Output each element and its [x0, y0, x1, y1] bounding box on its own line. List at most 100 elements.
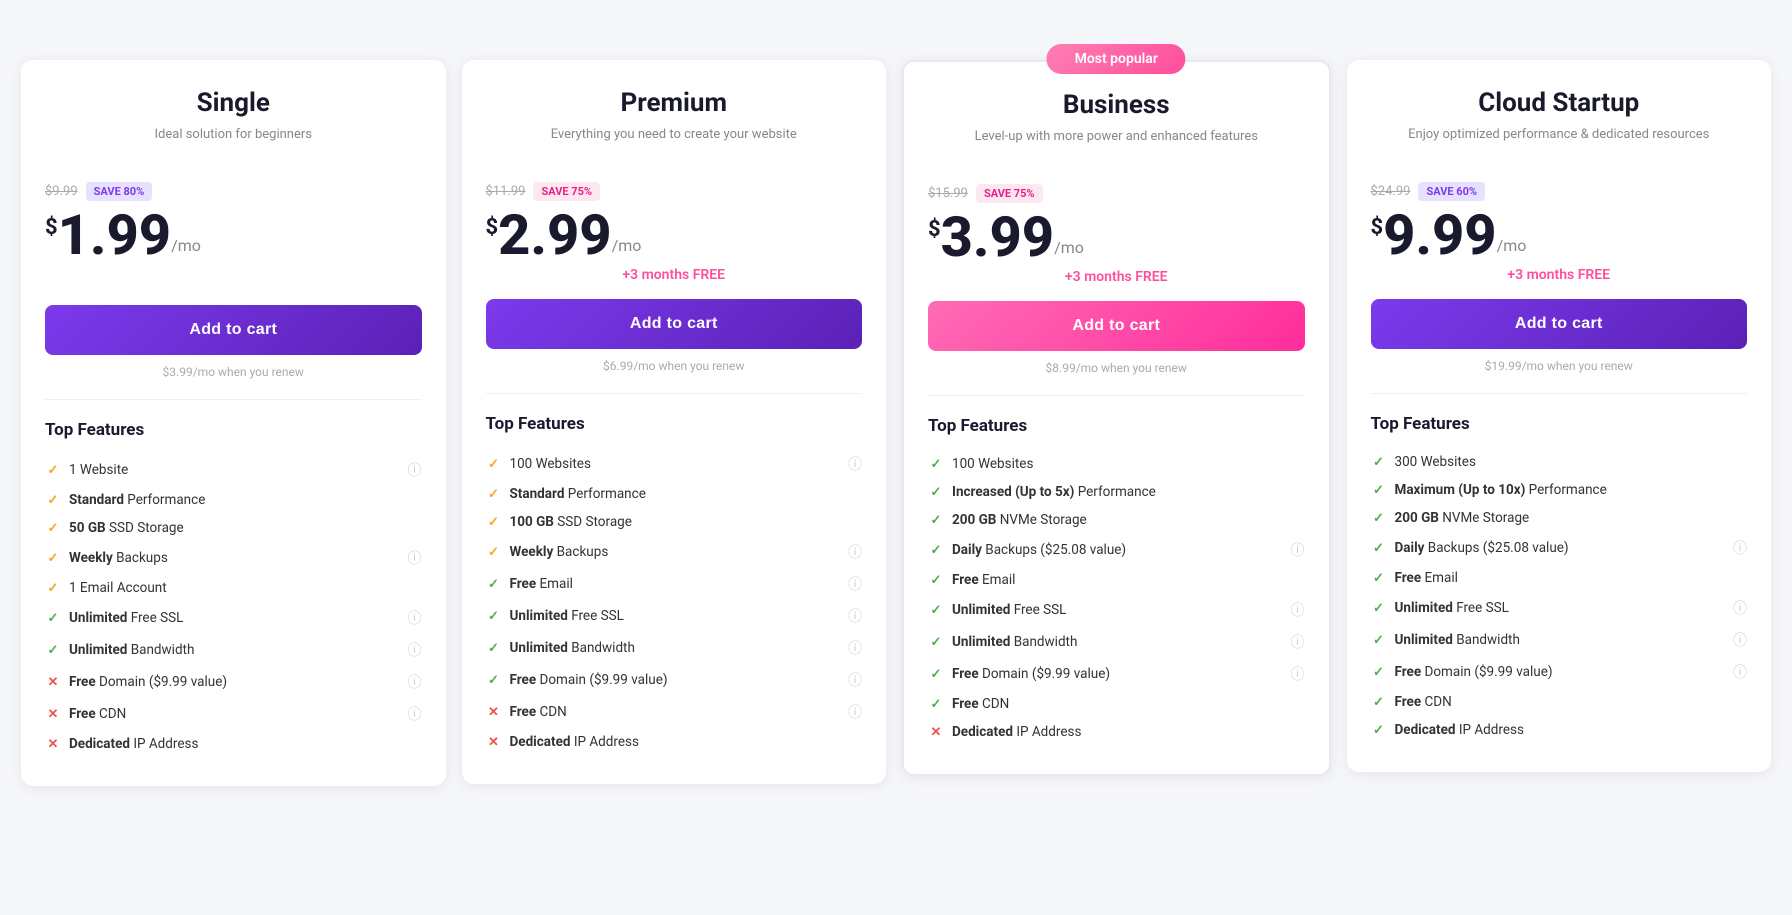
feature-item: ✓ Free Email ⓘ — [486, 568, 863, 600]
feature-item: ✓ 50 GB SSD Storage — [45, 514, 422, 542]
feature-text: 200 GB NVMe Storage — [1395, 510, 1530, 526]
check-icon: ✓ — [486, 672, 502, 688]
info-icon[interactable]: ⓘ — [408, 608, 422, 628]
feature-item: ✓ 200 GB NVMe Storage — [928, 506, 1305, 534]
info-icon[interactable]: ⓘ — [848, 542, 862, 562]
check-icon: ✓ — [928, 634, 944, 650]
top-features-title: Top Features — [45, 420, 422, 440]
feature-text: Unlimited Bandwidth — [952, 634, 1077, 650]
renew-price: $8.99/mo when you renew — [928, 361, 1305, 375]
feature-text: 300 Websites — [1395, 454, 1476, 470]
check-icon: ✓ — [45, 520, 61, 536]
feature-text: Unlimited Free SSL — [952, 602, 1066, 618]
price-main: $ 1.99 /mo — [45, 207, 422, 263]
renew-price: $19.99/mo when you renew — [1371, 359, 1748, 373]
feature-item: ✓ Daily Backups ($25.08 value) ⓘ — [1371, 532, 1748, 564]
feature-item: ✕ Dedicated IP Address — [45, 730, 422, 758]
feature-text: Daily Backups ($25.08 value) — [1395, 540, 1569, 556]
feature-text: 100 Websites — [510, 456, 591, 472]
info-icon[interactable]: ⓘ — [408, 704, 422, 724]
check-icon: ✓ — [1371, 600, 1387, 616]
free-months: +3 months FREE — [1371, 267, 1748, 283]
feature-item: ✓ Unlimited Free SSL ⓘ — [45, 602, 422, 634]
info-icon[interactable]: ⓘ — [848, 638, 862, 658]
save-badge: SAVE 75% — [533, 182, 600, 201]
feature-item: ✓ Unlimited Free SSL ⓘ — [486, 600, 863, 632]
check-icon: ✓ — [486, 486, 502, 502]
info-icon[interactable]: ⓘ — [1291, 600, 1305, 620]
check-icon: ✓ — [45, 462, 61, 478]
original-price: $9.99 — [45, 184, 78, 199]
check-icon: ✓ — [45, 492, 61, 508]
divider — [928, 395, 1305, 396]
features-list: ✓ 300 Websites ✓ Maximum (Up to 10x) Per… — [1371, 448, 1748, 744]
pricing-row: $9.99 SAVE 80% — [45, 182, 422, 201]
add-to-cart-button[interactable]: Add to cart — [928, 301, 1305, 351]
check-icon: ✓ — [486, 608, 502, 624]
info-icon[interactable]: ⓘ — [1733, 662, 1747, 682]
info-icon[interactable]: ⓘ — [408, 548, 422, 568]
plan-name: Premium — [486, 88, 863, 118]
feature-text: Dedicated IP Address — [952, 724, 1081, 740]
check-icon: ✓ — [45, 580, 61, 596]
feature-item: ✓ 300 Websites — [1371, 448, 1748, 476]
check-icon: ✓ — [486, 576, 502, 592]
feature-text: Unlimited Bandwidth — [69, 642, 194, 658]
info-icon[interactable]: ⓘ — [848, 574, 862, 594]
check-icon: ✓ — [1371, 722, 1387, 738]
check-icon: ✓ — [928, 484, 944, 500]
feature-text: Free CDN — [69, 706, 126, 722]
features-list: ✓ 100 Websites ✓ Increased (Up to 5x) Pe… — [928, 450, 1305, 746]
info-icon[interactable]: ⓘ — [408, 640, 422, 660]
info-icon[interactable]: ⓘ — [1733, 630, 1747, 650]
feature-text: 100 Websites — [952, 456, 1033, 472]
info-icon[interactable]: ⓘ — [1291, 632, 1305, 652]
check-icon: ✕ — [45, 674, 61, 690]
check-icon: ✓ — [928, 666, 944, 682]
add-to-cart-button[interactable]: Add to cart — [486, 299, 863, 349]
feature-item: ✓ Unlimited Free SSL ⓘ — [928, 594, 1305, 626]
original-price: $24.99 — [1371, 184, 1411, 199]
top-features-title: Top Features — [486, 414, 863, 434]
plan-name: Single — [45, 88, 422, 118]
plan-card-cloud-startup: Cloud Startup Enjoy optimized performanc… — [1347, 60, 1772, 772]
check-icon: ✓ — [1371, 540, 1387, 556]
check-icon: ✓ — [928, 696, 944, 712]
feature-item: ✓ Daily Backups ($25.08 value) ⓘ — [928, 534, 1305, 566]
check-icon: ✕ — [486, 704, 502, 720]
info-icon[interactable]: ⓘ — [848, 702, 862, 722]
feature-item: ✓ Increased (Up to 5x) Performance — [928, 478, 1305, 506]
feature-item: ✕ Dedicated IP Address — [486, 728, 863, 756]
plan-card-single: Single Ideal solution for beginners $9.9… — [21, 60, 446, 786]
price-period: /mo — [1497, 236, 1527, 255]
feature-text: Free Domain ($9.99 value) — [510, 672, 668, 688]
info-icon[interactable]: ⓘ — [1733, 598, 1747, 618]
check-icon: ✓ — [1371, 454, 1387, 470]
info-icon[interactable]: ⓘ — [848, 454, 862, 474]
feature-text: Dedicated IP Address — [1395, 722, 1524, 738]
info-icon[interactable]: ⓘ — [408, 460, 422, 480]
price-dollar: $ — [45, 207, 58, 239]
feature-item: ✓ 100 Websites — [928, 450, 1305, 478]
top-features-title: Top Features — [928, 416, 1305, 436]
check-icon: ✓ — [928, 512, 944, 528]
add-to-cart-button[interactable]: Add to cart — [45, 305, 422, 355]
info-icon[interactable]: ⓘ — [848, 670, 862, 690]
check-icon: ✓ — [486, 640, 502, 656]
add-to-cart-button[interactable]: Add to cart — [1371, 299, 1748, 349]
info-icon[interactable]: ⓘ — [1733, 538, 1747, 558]
check-icon: ✓ — [928, 572, 944, 588]
check-icon: ✓ — [1371, 694, 1387, 710]
info-icon[interactable]: ⓘ — [408, 672, 422, 692]
check-icon: ✓ — [928, 542, 944, 558]
feature-item: ✓ Standard Performance — [45, 486, 422, 514]
feature-text: Free Email — [1395, 570, 1458, 586]
top-features-title: Top Features — [1371, 414, 1748, 434]
price-amount: 9.99 — [1383, 207, 1496, 263]
info-icon[interactable]: ⓘ — [1291, 664, 1305, 684]
info-icon[interactable]: ⓘ — [1291, 540, 1305, 560]
feature-item: ✓ Unlimited Free SSL ⓘ — [1371, 592, 1748, 624]
feature-item: ✓ Weekly Backups ⓘ — [486, 536, 863, 568]
divider — [486, 393, 863, 394]
info-icon[interactable]: ⓘ — [848, 606, 862, 626]
